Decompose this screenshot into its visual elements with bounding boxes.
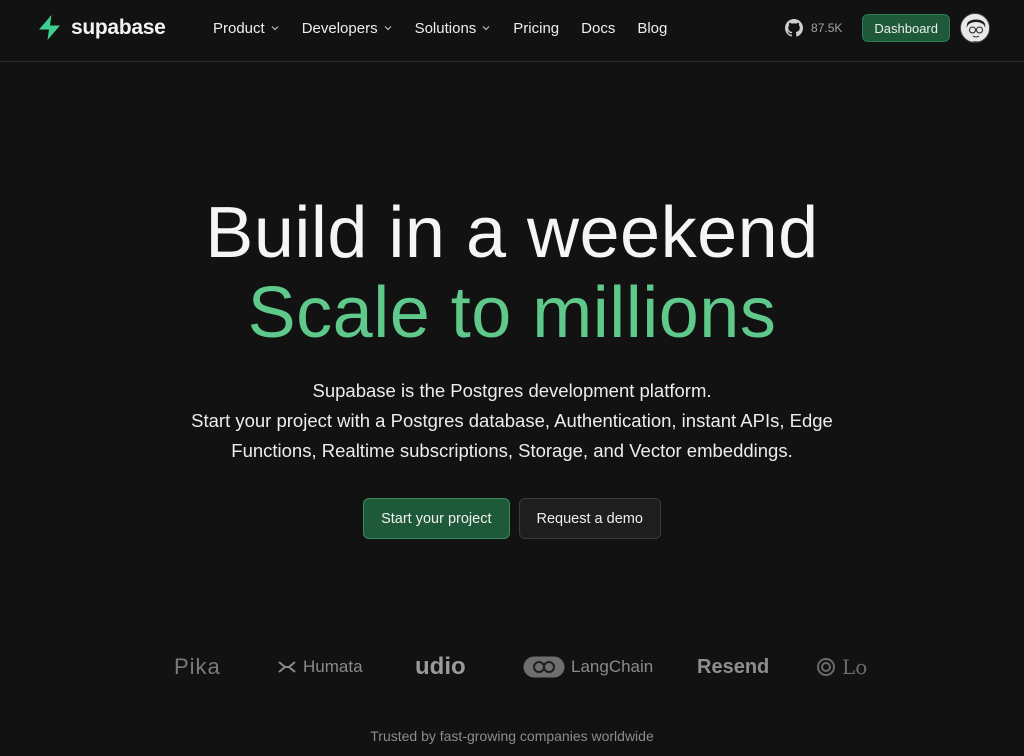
brand-logo[interactable]: supabase bbox=[36, 14, 166, 41]
user-avatar-icon bbox=[961, 14, 989, 42]
partial-logo: Lo bbox=[816, 655, 867, 679]
request-demo-button[interactable]: Request a demo bbox=[518, 498, 661, 539]
nav-solutions-label: Solutions bbox=[414, 19, 477, 37]
nav-pricing[interactable]: Pricing bbox=[513, 20, 559, 37]
hero-title-line1: Build in a weekend bbox=[205, 193, 819, 273]
trusted-by-text: Trusted by fast-growing companies worldw… bbox=[370, 728, 654, 744]
langchain-icon bbox=[523, 656, 565, 678]
humata-logo-text: Humata bbox=[303, 657, 363, 676]
chevron-down-icon bbox=[482, 26, 490, 31]
nav-solutions[interactable]: Solutions bbox=[415, 20, 492, 37]
humata-icon bbox=[278, 661, 296, 673]
hero-title-line2: Scale to millions bbox=[247, 273, 777, 353]
github-stars-link[interactable]: 87.5K bbox=[785, 19, 842, 37]
nav-actions: 87.5K Dashboard bbox=[785, 12, 990, 44]
hero-subtitle-line1: Supabase is the Postgres development pla… bbox=[312, 380, 712, 401]
nav-docs-label: Docs bbox=[581, 19, 616, 37]
nav-blog[interactable]: Blog bbox=[637, 20, 667, 37]
pika-logo: Pika bbox=[174, 654, 221, 680]
avatar[interactable] bbox=[960, 13, 990, 43]
nav-pricing-label: Pricing bbox=[513, 19, 560, 37]
hero-subtitle-line3: Functions, Realtime subscriptions, Stora… bbox=[231, 440, 793, 461]
chevron-down-icon bbox=[271, 26, 279, 31]
dashboard-button[interactable]: Dashboard bbox=[862, 14, 950, 42]
hero-subtitle-line2: Start your project with a Postgres datab… bbox=[191, 410, 833, 431]
nav-product[interactable]: Product bbox=[213, 20, 280, 37]
chevron-down-icon bbox=[384, 26, 392, 31]
concentric-circle-icon bbox=[817, 658, 835, 676]
nav-blog-label: Blog bbox=[637, 19, 668, 37]
langchain-logo-text: LangChain bbox=[571, 657, 654, 676]
nav-docs[interactable]: Docs bbox=[581, 20, 615, 37]
udio-logo: udio bbox=[415, 653, 466, 681]
customer-logos: Pika Humata udio LangChain Resend Lo bbox=[172, 650, 872, 684]
langchain-logo: LangChain bbox=[523, 656, 653, 678]
humata-logo: Humata bbox=[277, 657, 363, 677]
github-star-count: 87.5K bbox=[811, 21, 843, 35]
pika-logo-text: Pika bbox=[174, 654, 221, 679]
nav-developers-label: Developers bbox=[301, 19, 378, 37]
start-project-button[interactable]: Start your project bbox=[363, 498, 510, 539]
resend-logo: Resend bbox=[697, 656, 769, 679]
udio-logo-text: udio bbox=[415, 653, 466, 680]
brand-name: supabase bbox=[71, 15, 166, 39]
github-icon bbox=[785, 19, 804, 37]
supabase-bolt-icon bbox=[39, 15, 60, 40]
hero-cta-group: Start your project Request a demo bbox=[0, 498, 1024, 539]
top-navigation: supabase Product Developers Solutions Pr… bbox=[0, 0, 1024, 62]
nav-links: Product Developers Solutions Pricing Doc… bbox=[213, 0, 689, 56]
nav-developers[interactable]: Developers bbox=[302, 20, 393, 37]
partial-logo-text: Lo bbox=[842, 655, 868, 679]
resend-logo-text: Resend bbox=[697, 655, 770, 678]
nav-product-label: Product bbox=[213, 19, 265, 37]
